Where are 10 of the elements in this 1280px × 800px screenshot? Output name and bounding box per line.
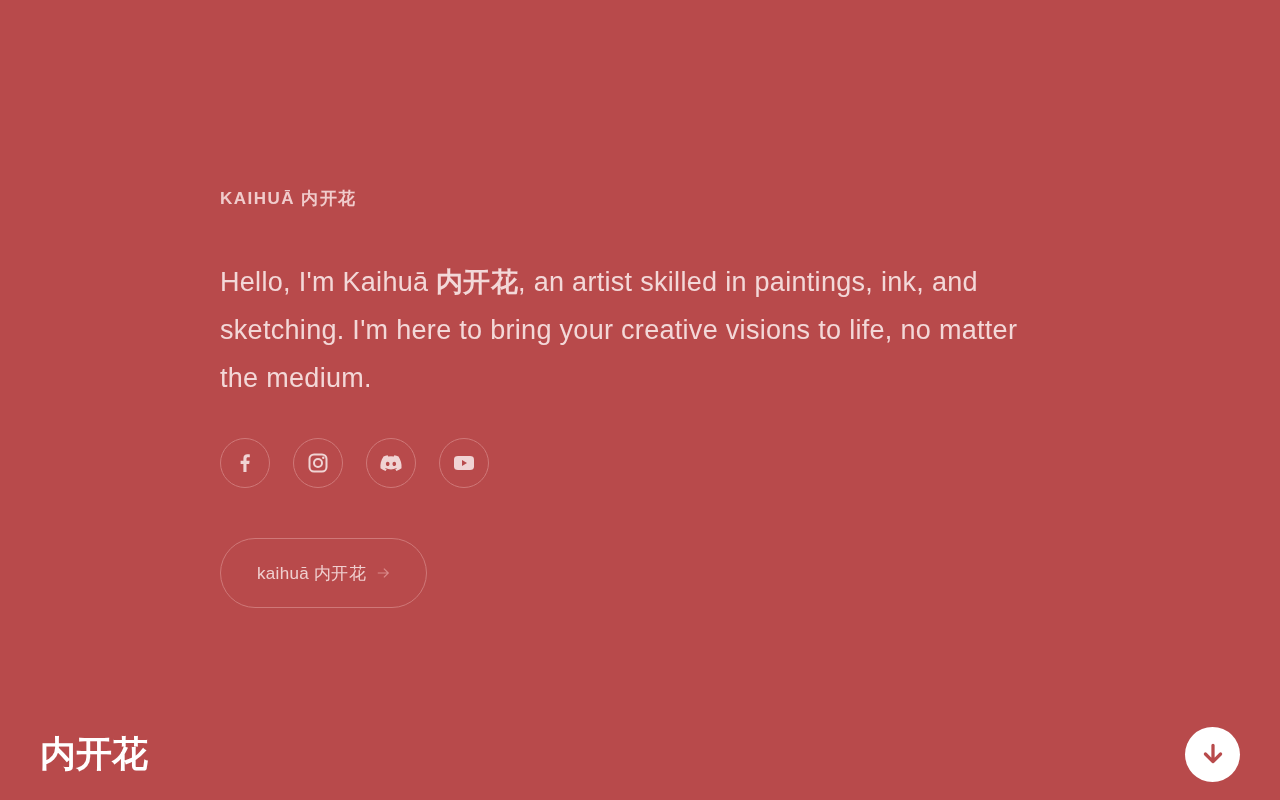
social-link[interactable] (366, 438, 416, 488)
arrow-right-icon (375, 566, 390, 580)
logo: 内开花 (40, 731, 148, 776)
site-name: KAIHUĀ 内开花 (220, 188, 357, 210)
social-link[interactable] (293, 438, 343, 488)
camera-icon (306, 451, 330, 475)
scroll-down-button[interactable] (1185, 726, 1240, 782)
social-link[interactable] (220, 438, 270, 488)
intro-paragraph: Hello, I'm Kaihuā 内开花, an artist skilled in paintings, ink, and sketching. I'm here to bring your creative visions to life, no matter the medium. (220, 266, 1019, 395)
social-link[interactable] (439, 438, 489, 488)
